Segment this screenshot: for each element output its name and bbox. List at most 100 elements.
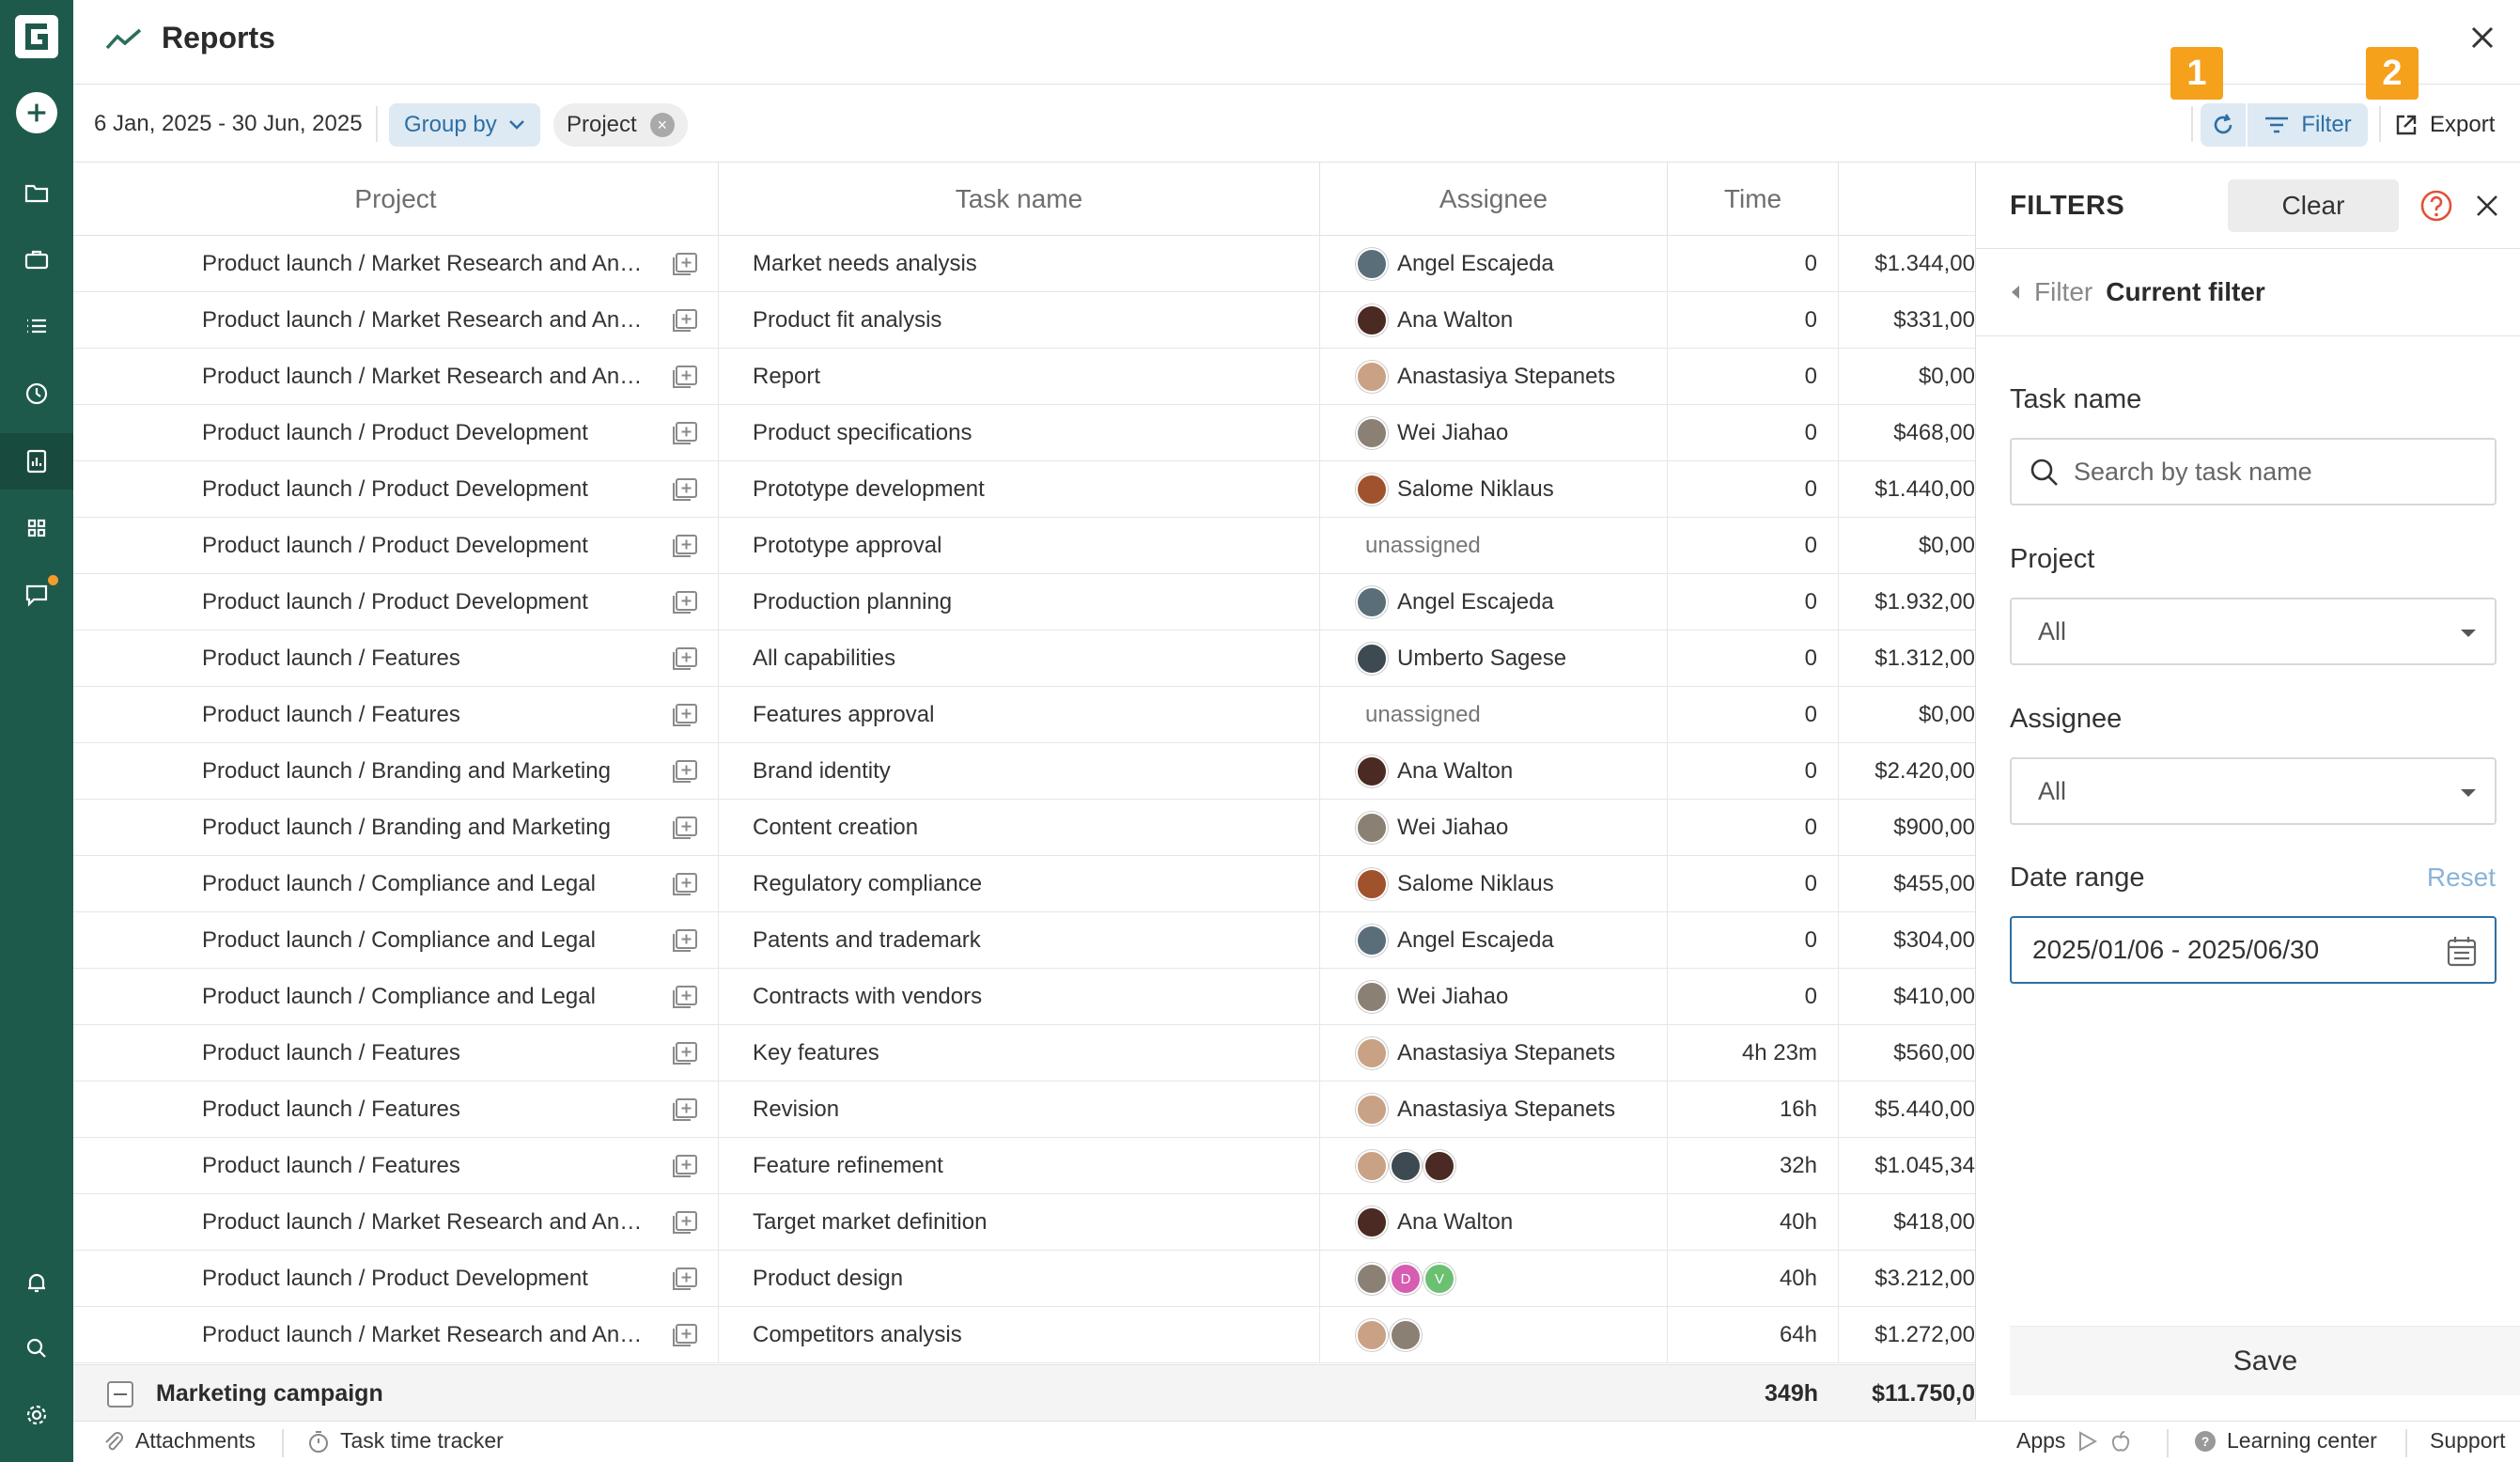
help-icon[interactable] — [2419, 189, 2453, 223]
add-subtask-icon[interactable] — [672, 1323, 698, 1347]
support-link[interactable]: Support — [2430, 1428, 2506, 1454]
remove-chip-icon[interactable]: × — [649, 113, 675, 137]
attachments-link[interactable]: Attachments — [101, 1428, 256, 1454]
assignee-cell[interactable] — [1320, 1307, 1668, 1363]
sidebar-item-tasks[interactable] — [0, 298, 73, 354]
assignee-cell[interactable]: Angel Escajeda — [1320, 236, 1668, 292]
table-row[interactable]: Product launch / Compliance and Legal Pat… — [73, 912, 1975, 969]
assignee-cell[interactable]: DV — [1320, 1251, 1668, 1307]
assignee-cell[interactable]: Salome Niklaus — [1320, 856, 1668, 912]
table-row[interactable]: Product launch / Market Research and Ana… — [73, 349, 1975, 405]
task-cell[interactable]: Product specifications — [719, 405, 1320, 461]
table-row[interactable]: Product launch / Market Research and Ana… — [73, 236, 1975, 292]
assignee-cell[interactable]: Angel Escajeda — [1320, 912, 1668, 969]
table-row[interactable]: Product launch / Compliance and Legal Reg… — [73, 856, 1975, 912]
add-subtask-icon[interactable] — [672, 252, 698, 276]
close-panel-icon[interactable] — [2472, 191, 2502, 221]
table-row[interactable]: Product launch / Compliance and Legal Con… — [73, 969, 1975, 1025]
task-cell[interactable]: Target market definition — [719, 1194, 1320, 1251]
sidebar-item-notifications[interactable] — [0, 1254, 73, 1311]
task-cell[interactable]: Content creation — [719, 800, 1320, 856]
assignee-cell[interactable]: Ana Walton — [1320, 1194, 1668, 1251]
breadcrumb-filter-link[interactable]: Filter — [2034, 277, 2092, 307]
date-range-input[interactable]: 2025/01/06 - 2025/06/30 — [2010, 916, 2497, 984]
table-row[interactable]: Product launch / Product Development Prod… — [73, 574, 1975, 630]
task-cell[interactable]: Features approval — [719, 687, 1320, 743]
assignee-cell[interactable]: Ana Walton — [1320, 292, 1668, 349]
assignee-filter-select[interactable]: All — [2010, 757, 2497, 825]
table-row[interactable]: Product launch / Features Revision Anastas… — [73, 1081, 1975, 1138]
task-cell[interactable]: Product fit analysis — [719, 292, 1320, 349]
save-filter-button[interactable]: Save — [2010, 1326, 2520, 1395]
table-row[interactable]: Product launch / Market Research and Ana… — [73, 292, 1975, 349]
task-cell[interactable]: Key features — [719, 1025, 1320, 1081]
task-cell[interactable]: Market needs analysis — [719, 236, 1320, 292]
sidebar-item-settings[interactable] — [0, 1387, 73, 1443]
add-subtask-icon[interactable] — [672, 816, 698, 840]
table-row[interactable]: Product launch / Market Research and Ana… — [73, 1194, 1975, 1251]
add-subtask-icon[interactable] — [672, 590, 698, 614]
add-subtask-icon[interactable] — [672, 308, 698, 333]
task-cell[interactable]: Regulatory compliance — [719, 856, 1320, 912]
table-row[interactable]: Product launch / Branding and Marketing B… — [73, 743, 1975, 800]
task-cell[interactable]: Production planning — [719, 574, 1320, 630]
task-cell[interactable]: Prototype approval — [719, 518, 1320, 574]
table-row[interactable]: Product launch / Product Development Prod… — [73, 1251, 1975, 1307]
sidebar-item-chat[interactable] — [0, 567, 73, 623]
add-subtask-icon[interactable] — [672, 365, 698, 389]
task-cell[interactable]: Competitors analysis — [719, 1307, 1320, 1363]
calendar-icon[interactable] — [2444, 933, 2480, 969]
clear-filters-button[interactable]: Clear — [2228, 179, 2399, 232]
table-row[interactable]: Product launch / Branding and Marketing C… — [73, 800, 1975, 856]
add-subtask-icon[interactable] — [672, 759, 698, 784]
refresh-button[interactable] — [2201, 103, 2246, 147]
add-subtask-icon[interactable] — [672, 1041, 698, 1065]
task-name-search-input[interactable]: Search by task name — [2010, 438, 2497, 505]
task-time-tracker-link[interactable]: Task time tracker — [306, 1428, 504, 1454]
sidebar-item-projects[interactable] — [0, 164, 73, 221]
table-row[interactable]: Product launch / Features Feature refinem… — [73, 1138, 1975, 1194]
assignee-cell[interactable]: unassigned — [1320, 518, 1668, 574]
task-cell[interactable]: All capabilities — [719, 630, 1320, 687]
caret-left-icon[interactable] — [2010, 284, 2021, 301]
assignee-cell[interactable]: Wei Jiahao — [1320, 969, 1668, 1025]
table-row[interactable]: Product launch / Features Key features Ana… — [73, 1025, 1975, 1081]
apps-link[interactable]: Apps — [2016, 1428, 2133, 1454]
export-button[interactable]: Export — [2394, 103, 2495, 147]
group-by-dropdown[interactable]: Group by — [389, 103, 540, 147]
assignee-cell[interactable]: unassigned — [1320, 687, 1668, 743]
sidebar-item-reports[interactable] — [0, 433, 73, 490]
column-header-time[interactable]: Time — [1668, 163, 1839, 236]
add-subtask-icon[interactable] — [672, 421, 698, 445]
learning-center-link[interactable]: ? Learning center — [2193, 1428, 2377, 1454]
assignee-cell[interactable]: Ana Walton — [1320, 743, 1668, 800]
add-subtask-icon[interactable] — [672, 646, 698, 671]
add-subtask-icon[interactable] — [672, 703, 698, 727]
assignee-cell[interactable]: Anastasiya Stepanets — [1320, 1081, 1668, 1138]
task-cell[interactable]: Patents and trademark — [719, 912, 1320, 969]
filter-button[interactable]: Filter — [2248, 103, 2368, 147]
column-header-assignee[interactable]: Assignee — [1320, 163, 1668, 236]
project-filter-select[interactable]: All — [2010, 598, 2497, 665]
table-row[interactable]: Product launch / Features All capabilitie… — [73, 630, 1975, 687]
assignee-cell[interactable]: Angel Escajeda — [1320, 574, 1668, 630]
table-row[interactable]: Product launch / Product Development Prod… — [73, 405, 1975, 461]
collapse-group-icon[interactable] — [107, 1381, 133, 1408]
assignee-cell[interactable]: Wei Jiahao — [1320, 800, 1668, 856]
add-subtask-icon[interactable] — [672, 534, 698, 558]
task-cell[interactable]: Report — [719, 349, 1320, 405]
assignee-cell[interactable]: Anastasiya Stepanets — [1320, 1025, 1668, 1081]
column-header-task[interactable]: Task name — [719, 163, 1320, 236]
add-subtask-icon[interactable] — [672, 1210, 698, 1235]
close-icon[interactable] — [2466, 21, 2499, 54]
table-row[interactable]: Product launch / Features Features approv… — [73, 687, 1975, 743]
assignee-cell[interactable] — [1320, 1138, 1668, 1194]
task-cell[interactable]: Feature refinement — [719, 1138, 1320, 1194]
table-row[interactable]: Product launch / Product Development Prot… — [73, 461, 1975, 518]
reset-date-link[interactable]: Reset — [2427, 863, 2496, 893]
task-cell[interactable]: Revision — [719, 1081, 1320, 1138]
add-subtask-icon[interactable] — [672, 1154, 698, 1178]
date-range-selector[interactable]: 6 Jan, 2025 - 30 Jun, 2025 — [94, 111, 363, 137]
assignee-cell[interactable]: Anastasiya Stepanets — [1320, 349, 1668, 405]
column-header-cost[interactable] — [1839, 163, 1975, 236]
